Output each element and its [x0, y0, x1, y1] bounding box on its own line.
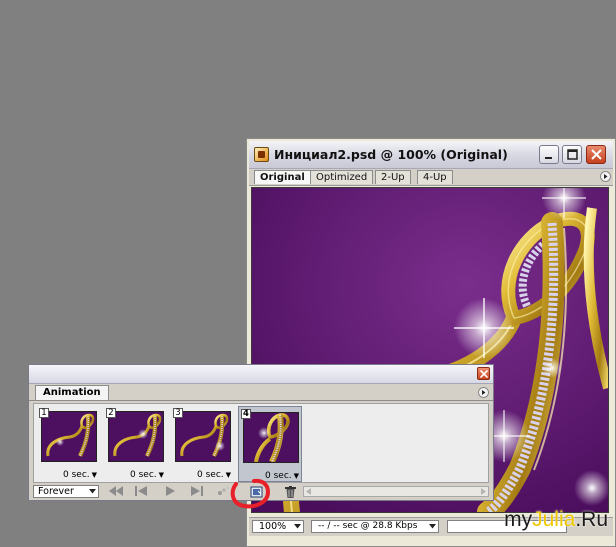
- frame-number: 3: [173, 408, 183, 418]
- tab-2-up[interactable]: 2-Up: [375, 170, 411, 184]
- minimize-icon: [545, 157, 552, 159]
- chevron-down-icon: ▼: [158, 471, 165, 479]
- trash-icon: [284, 486, 296, 498]
- play-button[interactable]: [159, 485, 181, 498]
- chevron-down-icon: ▼: [91, 471, 98, 479]
- photoshop-doc-icon: [254, 147, 269, 162]
- chevron-down-icon: [429, 524, 436, 529]
- scroll-right-icon[interactable]: [480, 488, 486, 495]
- frame-thumbnail-art: [109, 412, 163, 461]
- animation-frame[interactable]: 1 0 sec. ▼: [37, 406, 101, 482]
- play-icon: [166, 486, 175, 496]
- frame-delay-select[interactable]: 0 sec. ▼: [63, 470, 97, 480]
- frame-number: 2: [106, 408, 116, 418]
- frame-thumbnail: [243, 412, 299, 463]
- animation-palette-titlebar[interactable]: [29, 365, 493, 384]
- next-frame-button[interactable]: [185, 485, 207, 498]
- first-frame-button[interactable]: [105, 485, 127, 498]
- close-icon: [591, 149, 602, 160]
- site-watermark: myJulia.Ru: [504, 508, 608, 532]
- chevron-down-icon: ▼: [293, 472, 300, 480]
- watermark-suffix: .Ru: [575, 508, 608, 531]
- tab-optimized[interactable]: Optimized: [310, 170, 374, 184]
- tab-4-up[interactable]: 4-Up: [417, 170, 453, 184]
- close-button[interactable]: [586, 145, 606, 164]
- zoom-value: 100%: [259, 521, 287, 532]
- download-speed-select[interactable]: -- / -- sec @ 28.8 Kbps: [311, 520, 439, 533]
- chevron-down-icon: [89, 489, 96, 494]
- tab-original[interactable]: Original: [254, 170, 311, 184]
- frame-thumbnail-art: [42, 412, 96, 461]
- previous-frame-button[interactable]: [131, 485, 153, 498]
- first-frame-icon: [109, 486, 123, 496]
- frame-delay-value: 0 sec.: [130, 470, 157, 480]
- loop-options-select[interactable]: Forever: [33, 485, 99, 498]
- frame-thumbnail: [175, 411, 231, 462]
- frame-number: 1: [39, 408, 49, 418]
- frames-area: 1 0 sec. ▼ 2 0 sec. ▼ 3 0 sec. ▼ 4 0 sec…: [33, 403, 489, 483]
- frame-thumbnail-art: [244, 413, 298, 462]
- watermark-prefix: my: [504, 508, 533, 531]
- previous-frame-icon: [135, 486, 147, 496]
- watermark-accent: Julia: [532, 508, 576, 531]
- maximize-button[interactable]: [562, 145, 582, 164]
- palette-close-button[interactable]: [477, 367, 490, 380]
- frame-thumbnail-art: [176, 412, 230, 461]
- chevron-down-icon: [294, 524, 301, 529]
- delete-frame-button[interactable]: [281, 485, 299, 498]
- animation-frame-selected[interactable]: 4 0 sec. ▼: [238, 406, 302, 482]
- animation-frame[interactable]: 2 0 sec. ▼: [104, 406, 168, 482]
- highlight-circle-annotation: [230, 478, 271, 509]
- animation-frame[interactable]: 3 0 sec. ▼: [171, 406, 235, 482]
- view-tabs: Original Optimized 2-Up 4-Up: [249, 169, 613, 186]
- frame-delay-select[interactable]: 0 sec. ▼: [197, 470, 231, 480]
- close-icon: [480, 370, 488, 378]
- document-title: Инициал2.psd @ 100% (Original): [274, 147, 508, 162]
- frame-thumbnail: [108, 411, 164, 462]
- tab-animation[interactable]: Animation: [35, 385, 109, 400]
- frames-horizontal-scrollbar[interactable]: [303, 486, 489, 497]
- document-titlebar[interactable]: Инициал2.psd @ 100% (Original): [249, 141, 613, 169]
- frame-delay-select[interactable]: 0 sec. ▼: [130, 470, 164, 480]
- scroll-left-icon[interactable]: [306, 488, 312, 495]
- frame-thumbnail: [41, 411, 97, 462]
- palette-menu-arrow-icon[interactable]: [478, 387, 489, 398]
- frame-number: 4: [241, 409, 251, 419]
- animation-palette-tabs: Animation: [29, 384, 493, 401]
- zoom-select[interactable]: 100%: [252, 520, 304, 533]
- download-speed-value: -- / -- sec @ 28.8 Kbps: [318, 521, 418, 531]
- tab-menu-arrow-icon[interactable]: [600, 171, 611, 182]
- frame-delay-value: 0 sec.: [197, 470, 224, 480]
- next-frame-icon: [191, 486, 203, 496]
- minimize-button[interactable]: [539, 145, 559, 164]
- maximize-icon: [567, 149, 578, 160]
- frame-delay-value: 0 sec.: [63, 470, 90, 480]
- loop-option-value: Forever: [38, 486, 74, 497]
